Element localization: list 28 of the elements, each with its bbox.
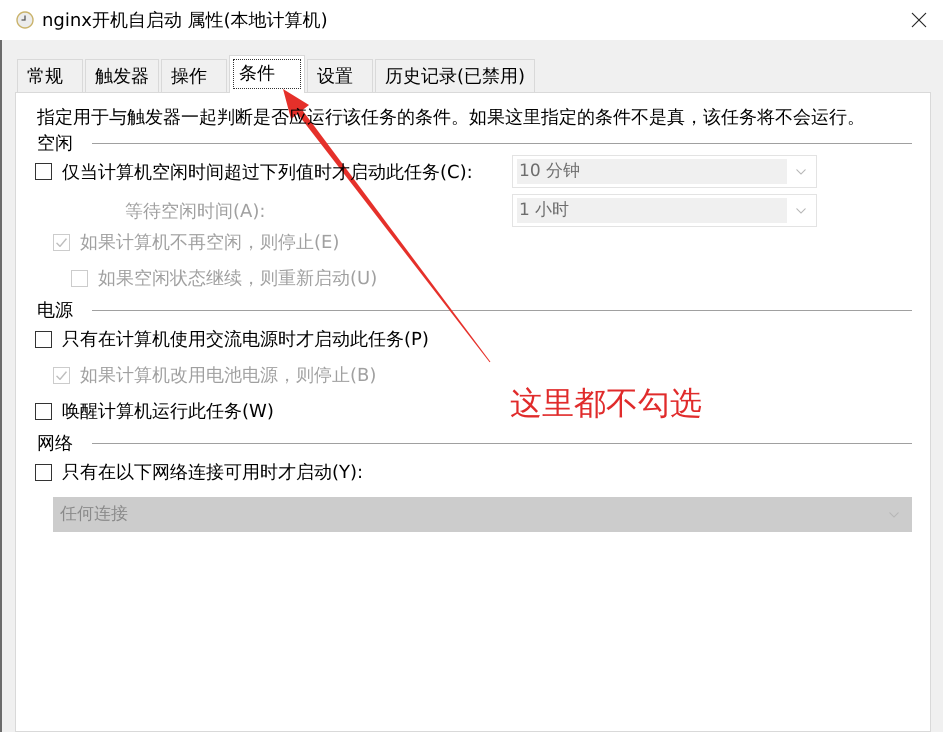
tab[interactable]: 历史记录(已禁用) (375, 59, 536, 92)
group-heading: 电源 (37, 299, 73, 322)
checkbox[interactable] (35, 402, 52, 420)
checkmark-icon (56, 238, 67, 246)
group-heading: 空闲 (37, 132, 73, 155)
tab[interactable]: 操作 (161, 59, 227, 92)
close-icon (911, 12, 927, 28)
checkmark-icon (56, 370, 67, 380)
checkbox[interactable] (35, 464, 52, 480)
checkbox-label: 只有在以下网络连接可用时才启动(Y): (62, 461, 364, 484)
checkbox-label: 如果空闲状态继续，则重新启动(U) (98, 267, 378, 290)
checkbox-label: 唤醒计算机运行此任务(W) (62, 400, 274, 423)
window-title: nginx开机自启动 属性(本地计算机) (42, 9, 328, 32)
field-label: 等待空闲时间(A): (125, 200, 266, 222)
annotation-text: 这里都不勾选 (510, 383, 702, 424)
group-heading: 网络 (37, 432, 73, 455)
checkbox-label: 如果计算机不再空闲，则停止(E) (80, 231, 340, 254)
checkbox-label: 只有在计算机使用交流电源时才启动此任务(P) (62, 328, 429, 351)
tab[interactable]: 设置 (307, 59, 373, 92)
checkbox[interactable] (35, 163, 52, 180)
chevron-down-icon (796, 208, 806, 214)
checkbox-label: 如果计算机改用电池电源，则停止(B) (80, 364, 376, 387)
tab[interactable]: 触发器 (85, 59, 159, 92)
checkbox[interactable] (35, 330, 52, 348)
chevron-down-icon (796, 168, 806, 174)
tab[interactable]: 常规 (17, 59, 83, 92)
clock-icon (16, 11, 34, 29)
tab[interactable]: 条件 (229, 55, 305, 93)
